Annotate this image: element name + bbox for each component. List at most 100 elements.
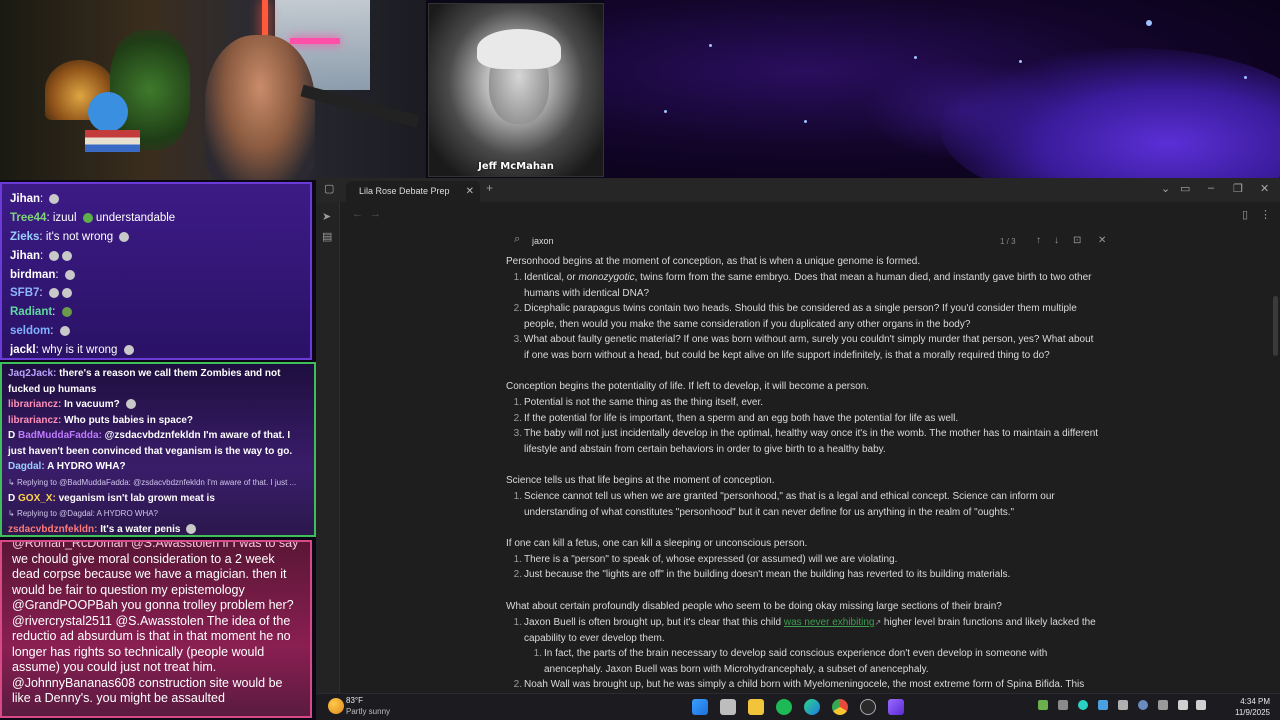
chat-panel-tertiary: @Roman_RcDoman @S.Awasstolen if I was to…: [0, 540, 312, 718]
emote-icon: [186, 524, 197, 535]
close-tab-icon[interactable]: ✕: [466, 181, 474, 202]
edge-icon[interactable]: [804, 699, 820, 715]
volume-icon[interactable]: [1196, 700, 1206, 710]
chat-message: Dagdal: A HYDRO WHA?: [8, 461, 126, 472]
list-item: Identical, or monozygotic, twins form fr…: [524, 272, 1092, 283]
notes-app-window: ▢ Lila Rose Debate Prep ✕ + ⌄ ▭ – ❐ ✕ ➤ …: [316, 178, 1280, 693]
chat-message: D BadMuddaFadda: @zsdacvbdznfekldn I'm a…: [8, 430, 293, 457]
list-number: 2.: [513, 303, 522, 315]
space-background: [604, 0, 1280, 178]
windows-start-icon[interactable]: [692, 699, 708, 715]
toy-figure: [88, 92, 128, 132]
more-options-icon[interactable]: ⋮: [1260, 208, 1271, 221]
heading-item: If one can kill a fetus, one can kill a …: [506, 538, 808, 549]
list-item-cont: if one was born without a head, but coul…: [524, 350, 1050, 361]
list-number: 1.: [513, 553, 522, 565]
system-clock[interactable]: 4:34 PM 11/9/2025: [1235, 696, 1270, 718]
heading-item: Personhood begins at the moment of conce…: [506, 256, 921, 267]
minimize-icon[interactable]: –: [1208, 182, 1214, 194]
emote-icon: [49, 250, 60, 261]
list-number: 1.: [533, 648, 542, 660]
microphone-arm: [300, 84, 420, 128]
tray-icon[interactable]: [1038, 700, 1048, 710]
steam-icon[interactable]: [1138, 700, 1148, 710]
task-view-icon[interactable]: [720, 699, 736, 715]
heading-item: What about certain profoundly disabled p…: [506, 601, 1002, 612]
tab-lila-rose-debate-prep[interactable]: Lila Rose Debate Prep ✕: [346, 181, 480, 202]
emote-icon: [49, 193, 60, 204]
scrollbar[interactable]: [1273, 296, 1278, 356]
list-item: Science cannot tell us when we are grant…: [524, 491, 1055, 502]
emote-icon: [82, 212, 93, 223]
guest-photo: Jeff McMahan: [428, 3, 604, 177]
screen: Jeff McMahan Jihan: Tree44: izuul unders…: [0, 0, 1280, 720]
list-item-cont: understanding of what constitutes "perso…: [524, 506, 1015, 518]
tray-icon[interactable]: [1098, 700, 1108, 710]
tray-icon[interactable]: [1058, 700, 1068, 710]
star: [709, 44, 712, 47]
app-icon[interactable]: [860, 699, 876, 715]
forward-icon[interactable]: →: [370, 208, 381, 220]
chat-panel-primary: Jihan: Tree44: izuul understandable Ziek…: [0, 182, 312, 360]
books: [85, 130, 140, 152]
new-tab-button[interactable]: +: [486, 181, 493, 195]
back-icon[interactable]: ←: [352, 208, 363, 220]
list-item: What about faulty genetic material? If o…: [524, 334, 1094, 346]
list-item: The baby will not just incidentally deve…: [524, 428, 1099, 440]
chat-message: Jihan:: [10, 247, 302, 266]
wifi-icon[interactable]: [1178, 700, 1188, 710]
star: [1244, 76, 1247, 79]
replace-icon[interactable]: ⊡: [1073, 235, 1081, 246]
sub-list-item-cont: anencephaly. Jaxon Buell was born with M…: [544, 663, 929, 675]
webcam-feed: [0, 0, 426, 180]
send-icon[interactable]: ➤: [322, 210, 334, 223]
obsidian-icon[interactable]: [888, 699, 904, 715]
emote-icon: [61, 307, 72, 318]
chrome-icon[interactable]: [832, 699, 848, 715]
chat-message: birdman:: [10, 266, 302, 285]
weather-icon[interactable]: [328, 698, 344, 714]
list-item: Potential is not the same thing as the t…: [524, 397, 764, 408]
chat-message: librariancz: Who puts babies in space?: [8, 414, 194, 426]
chat-message: Tree44: izuul understandable: [10, 211, 176, 224]
maximize-icon[interactable]: ❐: [1233, 182, 1243, 195]
spotify-icon[interactable]: [776, 699, 792, 715]
close-search-icon[interactable]: ✕: [1098, 235, 1106, 246]
search-input[interactable]: jaxon: [532, 236, 554, 246]
chat-message: zsdacvbdznfekldn: It's a water penis: [8, 522, 308, 535]
chat-message: Radiant:: [10, 303, 302, 322]
sidebar-toggle-icon[interactable]: ▢: [324, 182, 334, 195]
emote-icon: [61, 288, 72, 299]
reply-reference: ↳ Replying to @Dagdal: A HYDRO WHA?: [8, 509, 159, 518]
list-item: If the potential for life is important, …: [524, 412, 959, 424]
next-match-icon[interactable]: ↓: [1054, 235, 1059, 246]
tray-icon[interactable]: [1118, 700, 1128, 710]
search-match-count: 1 / 3: [1000, 237, 1016, 246]
heading-item: Science tells us that life begins at the…: [506, 475, 775, 486]
chat-message-block: @Roman_RcDoman @S.Awasstolen if I was to…: [12, 540, 299, 705]
tray-icon[interactable]: [1158, 700, 1168, 710]
reply-reference: ↳ Replying to @BadMuddaFadda: @zsdacvbdz…: [8, 477, 297, 487]
emote-icon: [125, 399, 136, 410]
emote-icon: [59, 326, 70, 337]
previous-match-icon[interactable]: ↑: [1036, 235, 1041, 246]
external-link[interactable]: was never exhibiting: [784, 617, 875, 628]
list-number: 2.: [513, 679, 522, 691]
list-item-cont: capability to ever develop them.: [524, 632, 665, 644]
sidebar-icon[interactable]: ▤: [322, 230, 334, 243]
tray-icon[interactable]: [1078, 700, 1088, 710]
chevron-down-icon[interactable]: ⌄: [1161, 182, 1170, 195]
list-number: 3.: [513, 428, 522, 440]
close-window-icon[interactable]: ✕: [1260, 182, 1269, 195]
chat-message: Jihan:: [10, 190, 302, 209]
list-item: Just because the "lights are off" in the…: [524, 569, 1011, 581]
list-number: 2.: [513, 412, 522, 424]
list-item: Noah Wall was brought up, but he was sim…: [524, 679, 1085, 691]
reading-view-icon[interactable]: ▯: [1242, 208, 1248, 221]
chat-message: Zieks: it's not wrong: [10, 228, 302, 247]
star: [1146, 20, 1152, 26]
file-explorer-icon[interactable]: [748, 699, 764, 715]
streamer: [205, 35, 315, 180]
list-item-cont: humans with identical DNA?: [524, 287, 650, 299]
layout-icon[interactable]: ▭: [1180, 182, 1190, 195]
